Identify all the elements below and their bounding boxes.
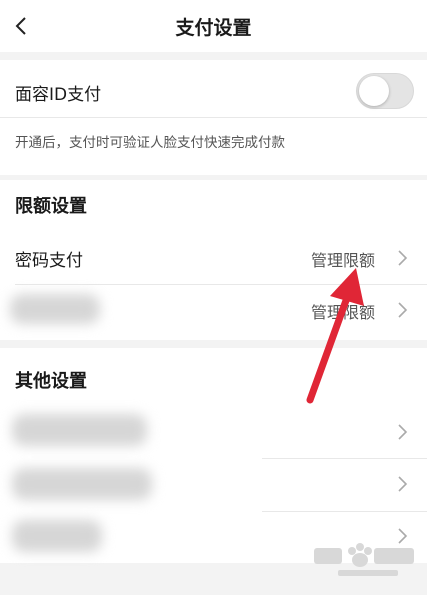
manage-limit-link[interactable]: 管理限额 (311, 247, 375, 271)
blurred-label (12, 414, 147, 446)
blurred-label (12, 520, 102, 552)
limits-section-title: 限额设置 (15, 196, 87, 217)
divider (15, 284, 427, 285)
divider (262, 458, 427, 459)
chevron-right-icon[interactable] (396, 301, 408, 319)
nav-bar: 支付设置 (0, 0, 427, 52)
blurred-label (12, 468, 152, 500)
toggle-knob (359, 76, 389, 106)
chevron-right-icon[interactable] (396, 423, 408, 441)
divider (262, 511, 427, 512)
face-id-toggle[interactable] (356, 73, 414, 109)
watermark-logo-icon (314, 543, 414, 576)
password-pay-label: 密码支付 (15, 251, 83, 271)
page-title: 支付设置 (175, 17, 252, 39)
face-id-hint: 开通后，支付时可验证人脸支付快速完成付款 (15, 135, 285, 151)
divider (0, 117, 427, 118)
manage-limit-link[interactable]: 管理限额 (311, 299, 375, 323)
chevron-right-icon[interactable] (396, 249, 408, 267)
chevron-right-icon[interactable] (396, 475, 408, 493)
other-section-title: 其他设置 (15, 371, 87, 392)
blurred-label (10, 294, 100, 324)
face-id-label: 面容ID支付 (15, 85, 102, 105)
